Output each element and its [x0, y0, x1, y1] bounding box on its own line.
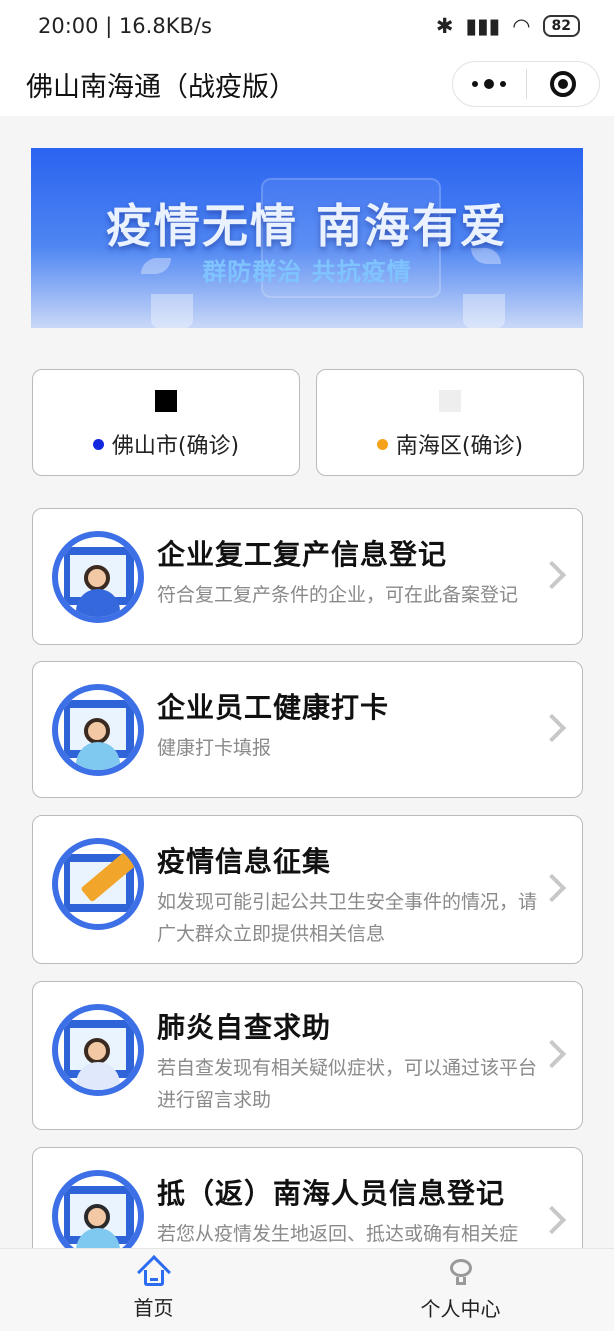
- orange-dot-icon: [376, 438, 388, 450]
- card-desc: 若您从疫情发生地返回、抵达或确有相关症: [157, 1223, 519, 1245]
- card-info-collection[interactable]: 疫情信息征集 如发现可能引起公共卫生安全事件的情况，请广大群众立即提供相关信息: [32, 815, 583, 964]
- target-close-icon: [549, 71, 576, 97]
- chevron-right-icon: [537, 873, 567, 903]
- stat-label-text: 南海区(确诊): [395, 434, 524, 459]
- card-title: 企业复工复产信息登记: [157, 538, 448, 571]
- card-desc: 若自查发现有相关疑似症状，可以通过该平台进行留言求助: [157, 1057, 538, 1111]
- chevron-right-icon: [537, 713, 567, 743]
- tab-bar: 首页 个人中心: [0, 1248, 614, 1331]
- chevron-right-icon: [537, 1039, 567, 1069]
- card-title: 疫情信息征集: [157, 845, 332, 878]
- plant-pot-left: [151, 294, 193, 328]
- stat-value-placeholder: [155, 390, 177, 412]
- wifi-icon: ◠: [512, 14, 531, 38]
- card-enterprise-registration[interactable]: 企业复工复产信息登记 符合复工复产条件的企业，可在此备案登记: [32, 508, 583, 645]
- health-checkin-icon: [52, 684, 144, 776]
- banner[interactable]: 疫情无情 南海有爱 群防群治 共抗疫情: [31, 148, 583, 328]
- info-collection-icon: [52, 838, 144, 930]
- battery-icon: 82: [542, 15, 580, 37]
- card-desc: 健康打卡填报: [157, 737, 272, 759]
- enterprise-registration-icon: [52, 531, 144, 623]
- mini-program-capsule: [452, 61, 600, 107]
- blue-dot-icon: [92, 438, 104, 450]
- stat-foshan[interactable]: 佛山市(确诊): [32, 369, 300, 476]
- tab-label: 个人中心: [420, 1296, 501, 1321]
- chevron-right-icon: [537, 1205, 567, 1235]
- card-title: 抵（返）南海人员信息登记: [157, 1177, 506, 1210]
- card-title: 企业员工健康打卡: [157, 691, 390, 724]
- tab-user-center[interactable]: 个人中心: [307, 1249, 614, 1331]
- more-button[interactable]: [453, 62, 526, 106]
- card-desc: 符合复工复产条件的企业，可在此备案登记: [157, 584, 519, 606]
- plant-pot-right: [463, 294, 505, 328]
- status-icons: ✱ ▮▮▮ ◠ 82: [436, 14, 580, 38]
- card-title: 肺炎自查求助: [157, 1011, 332, 1044]
- banner-subtitle: 群防群治 共抗疫情: [202, 258, 412, 286]
- user-center-icon: [447, 1258, 475, 1287]
- nav-bar: 佛山南海通（战疫版）: [0, 52, 614, 116]
- card-health-checkin[interactable]: 企业员工健康打卡 健康打卡填报: [32, 661, 583, 798]
- status-bar: 20:00 | 16.8KB/s ✱ ▮▮▮ ◠ 82: [0, 0, 614, 52]
- chevron-right-icon: [537, 560, 567, 590]
- self-check-icon: [52, 1004, 144, 1096]
- stat-value-placeholder: [439, 390, 461, 412]
- page-title: 佛山南海通（战疫版）: [26, 71, 296, 103]
- stat-label: 佛山市(确诊): [33, 428, 299, 460]
- stat-label: 南海区(确诊): [317, 428, 583, 460]
- card-self-check[interactable]: 肺炎自查求助 若自查发现有相关疑似症状，可以通过该平台进行留言求助: [32, 981, 583, 1130]
- stat-label-text: 佛山市(确诊): [111, 434, 240, 459]
- tab-label: 首页: [133, 1295, 174, 1320]
- more-dots-icon: [472, 79, 507, 89]
- signal-icon: ▮▮▮: [465, 14, 501, 38]
- banner-title: 疫情无情 南海有爱: [105, 199, 508, 253]
- card-desc: 如发现可能引起公共卫生安全事件的情况，请广大群众立即提供相关信息: [157, 891, 538, 945]
- home-icon: [136, 1254, 171, 1289]
- bluetooth-icon: ✱: [435, 14, 454, 38]
- close-button[interactable]: [527, 62, 600, 106]
- tab-home[interactable]: 首页: [0, 1249, 307, 1331]
- stat-nanhai[interactable]: 南海区(确诊): [316, 369, 584, 476]
- status-time-speed: 20:00 | 16.8KB/s: [38, 14, 212, 38]
